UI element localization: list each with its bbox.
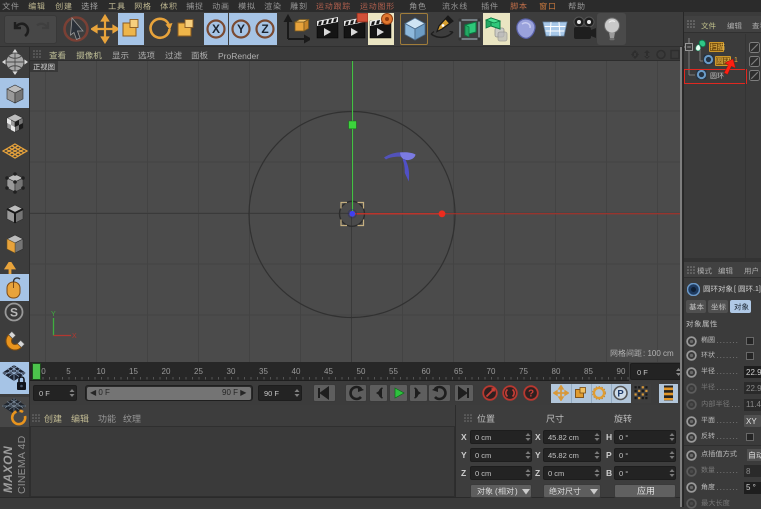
svg-text:MAXON: MAXON	[1, 446, 15, 493]
svg-text:60: 60	[422, 367, 431, 376]
svg-text:Y: Y	[237, 22, 245, 36]
svg-text:CINEMA 4D: CINEMA 4D	[16, 435, 28, 494]
svg-text:70: 70	[487, 367, 496, 376]
svg-text:30: 30	[227, 367, 236, 376]
svg-text:80: 80	[552, 367, 561, 376]
svg-text:55: 55	[389, 367, 398, 376]
svg-text:5: 5	[66, 367, 71, 376]
svg-text:Z: Z	[262, 22, 269, 36]
svg-text:15: 15	[129, 367, 138, 376]
svg-text:75: 75	[519, 367, 528, 376]
svg-text:45: 45	[324, 367, 333, 376]
svg-text:65: 65	[454, 367, 463, 376]
svg-text:10: 10	[97, 367, 106, 376]
svg-text:X: X	[72, 333, 77, 340]
svg-text:0: 0	[41, 367, 46, 376]
svg-text:P: P	[617, 389, 624, 400]
svg-text:S: S	[10, 306, 18, 320]
svg-text:35: 35	[259, 367, 268, 376]
svg-text:90: 90	[617, 367, 626, 376]
svg-text:20: 20	[162, 367, 171, 376]
svg-text:X: X	[212, 22, 220, 36]
svg-text:Y: Y	[51, 311, 56, 318]
svg-text:50: 50	[357, 367, 366, 376]
svg-text:40: 40	[292, 367, 301, 376]
svg-text:25: 25	[194, 367, 203, 376]
svg-text:85: 85	[584, 367, 593, 376]
svg-text:?: ?	[527, 389, 533, 400]
